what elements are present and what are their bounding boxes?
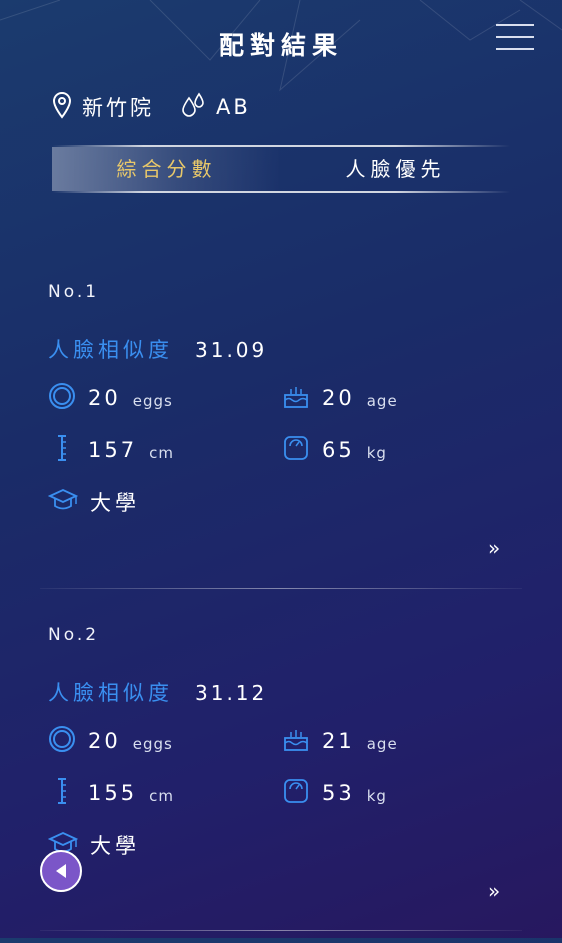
more-details-button[interactable]: » (488, 536, 500, 560)
eggs-stat: 20 eggs (48, 726, 173, 756)
face-similarity: 人臉相似度 31.09 (48, 334, 267, 364)
scale-icon (282, 777, 310, 809)
similarity-label: 人臉相似度 (48, 338, 173, 362)
hamburger-menu-button[interactable] (496, 24, 534, 52)
divider (40, 930, 522, 931)
back-button[interactable] (40, 850, 82, 892)
weight-value: 65 (322, 438, 355, 462)
height-unit: cm (149, 444, 174, 462)
info-row: 新竹院 AB (52, 91, 251, 123)
age-value: 20 (322, 386, 355, 410)
face-similarity: 人臉相似度 31.12 (48, 677, 267, 707)
eggs-unit: eggs (132, 392, 173, 410)
eggs-value: 20 (88, 386, 121, 410)
egg-ring-icon (48, 382, 76, 414)
education-value: 大學 (90, 491, 140, 515)
rank-label: No.1 (48, 282, 100, 302)
ruler-icon (48, 434, 76, 466)
scale-icon (282, 434, 310, 466)
height-value: 155 (88, 781, 138, 805)
eggs-unit: eggs (132, 735, 173, 753)
egg-ring-icon (48, 725, 76, 757)
result-card[interactable]: No.2 人臉相似度 31.12 20 eggs 21 age 155 cm 5… (0, 613, 562, 943)
eggs-stat: 20 eggs (48, 383, 173, 413)
age-value: 21 (322, 729, 355, 753)
education-stat: 大學 (47, 486, 140, 518)
similarity-label: 人臉相似度 (48, 681, 173, 705)
cake-icon (282, 382, 310, 414)
height-unit: cm (149, 787, 174, 805)
similarity-value: 31.12 (195, 681, 268, 705)
weight-unit: kg (366, 787, 387, 805)
blood-type-label: AB (216, 95, 251, 119)
age-stat: 21 age (282, 726, 398, 756)
tab-overall-score[interactable]: 綜合分數 (52, 147, 281, 191)
height-stat: 157 cm (48, 435, 174, 465)
more-details-button[interactable]: » (488, 879, 500, 903)
education-value: 大學 (90, 834, 140, 858)
location-label: 新竹院 (82, 96, 154, 120)
page-title: 配對結果 (218, 31, 343, 60)
weight-value: 53 (322, 781, 355, 805)
rank-label: No.2 (48, 625, 100, 645)
age-unit: age (366, 735, 398, 753)
result-card[interactable]: No.1 人臉相似度 31.09 20 eggs 20 age 157 cm 6… (0, 270, 562, 600)
weight-stat: 65 kg (282, 435, 387, 465)
location-pin-icon (52, 91, 72, 123)
sort-tabs: 綜合分數 人臉優先 (52, 145, 510, 193)
height-value: 157 (88, 438, 138, 462)
blood-type-group: AB (180, 92, 251, 122)
cake-icon (282, 725, 310, 757)
ruler-icon (48, 777, 76, 809)
eggs-value: 20 (88, 729, 121, 753)
graduation-cap-icon (47, 486, 79, 518)
weight-unit: kg (366, 444, 387, 462)
weight-stat: 53 kg (282, 778, 387, 808)
height-stat: 155 cm (48, 778, 174, 808)
similarity-value: 31.09 (195, 338, 268, 362)
age-unit: age (366, 392, 398, 410)
header-bar: 配對結果 (0, 0, 562, 88)
divider (40, 588, 522, 589)
tab-face-priority[interactable]: 人臉優先 (281, 147, 510, 191)
age-stat: 20 age (282, 383, 398, 413)
blood-drop-icon (180, 92, 206, 122)
